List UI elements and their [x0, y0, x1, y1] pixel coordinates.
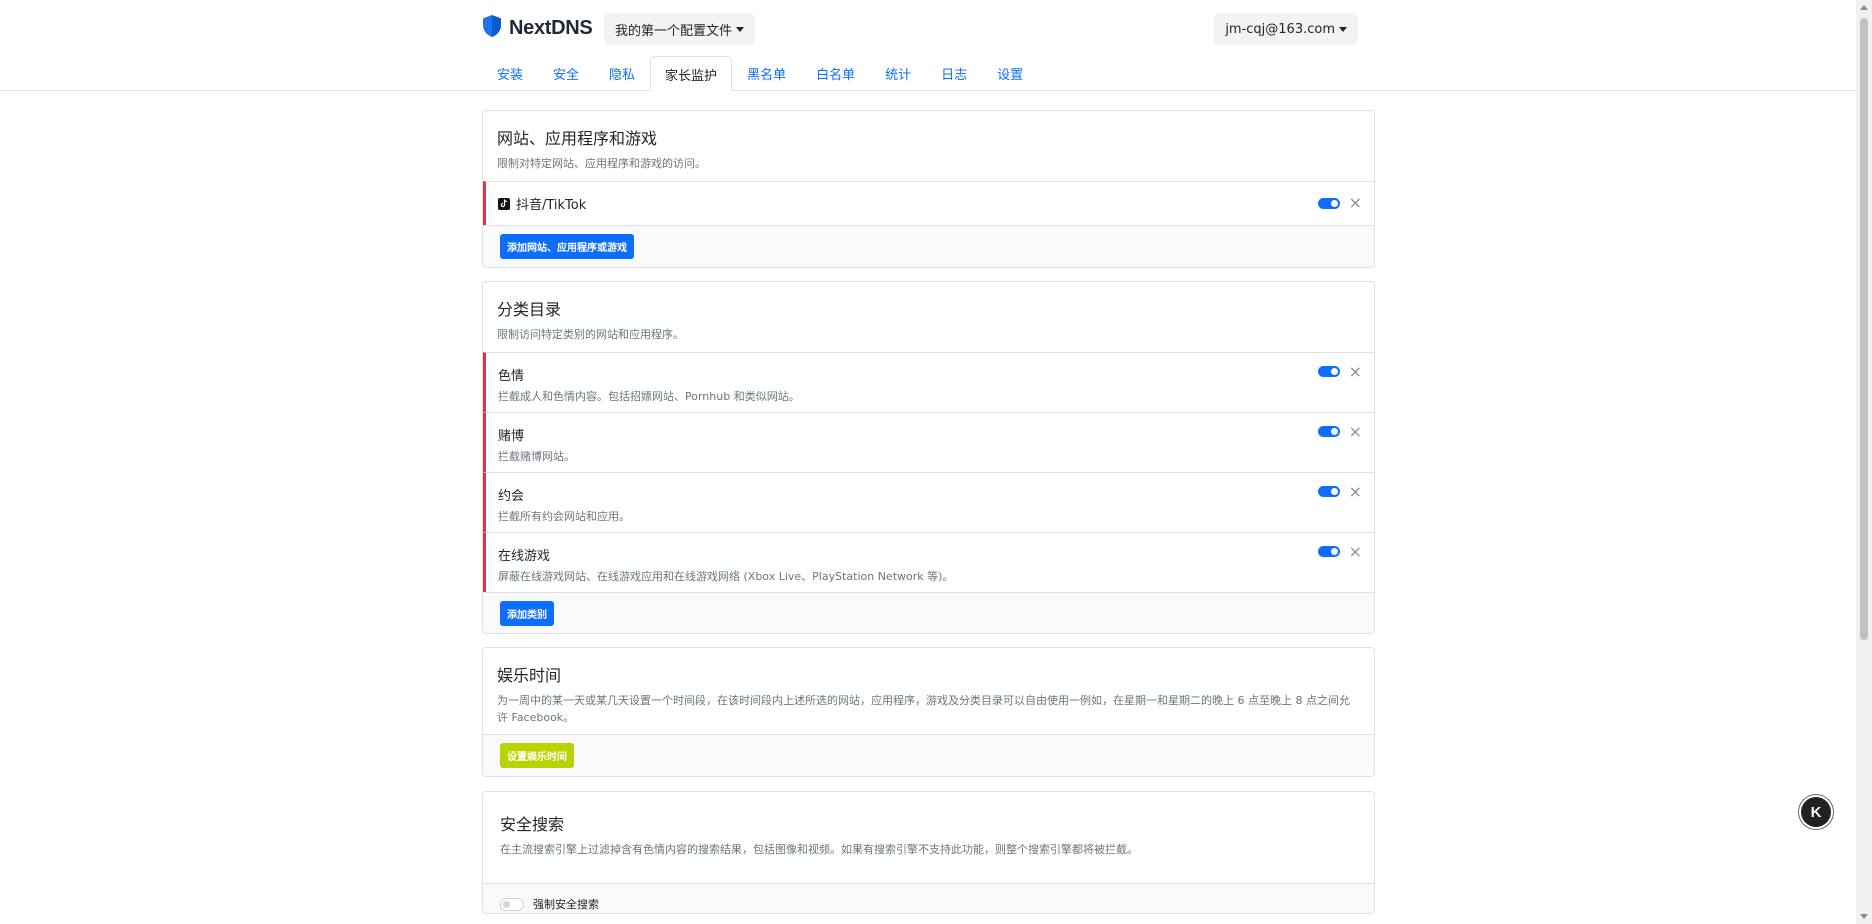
- tab-label: 日志: [941, 68, 968, 83]
- item-name: 在线游戏: [498, 549, 551, 564]
- card-footer: 设置娱乐时间: [483, 734, 1374, 776]
- card-title: 分类目录: [497, 300, 562, 319]
- list-item: 色情 拦截成人和色情内容。包括招嫖网站、Pornhub 和类似网站。 ×: [483, 352, 1374, 412]
- close-icon[interactable]: ×: [1349, 544, 1362, 560]
- safesearch-card: 安全搜索 在主流搜索引擎上过滤掉含有色情内容的搜索结果，包括图像和视频。如果有搜…: [482, 791, 1375, 914]
- floating-assistant-button[interactable]: K: [1801, 797, 1831, 827]
- scroll-down-icon[interactable]: [1860, 914, 1868, 919]
- tab-parental-control[interactable]: 家长监护: [650, 56, 733, 91]
- enable-toggle[interactable]: [1318, 546, 1340, 557]
- scroll-up-icon[interactable]: [1860, 5, 1868, 10]
- tab-label: 安装: [497, 68, 524, 83]
- top-navbar: NextDNS 我的第一个配置文件 jm-cqj@163.com 安装 安全 隐…: [0, 0, 1856, 91]
- profile-dropdown[interactable]: 我的第一个配置文件: [604, 13, 756, 45]
- brand-name: NextDNS: [509, 16, 593, 39]
- item-description: 屏蔽在线游戏网站、在线游戏应用和在线游戏网络 (Xbox Live、PlaySt…: [498, 570, 954, 583]
- list-item: 在线游戏 屏蔽在线游戏网站、在线游戏应用和在线游戏网络 (Xbox Live、P…: [483, 532, 1374, 592]
- tab-label: 安全: [553, 68, 580, 83]
- card-description: 限制对特定网站、应用程序和游戏的访问。: [497, 157, 706, 170]
- list-item: 赌博 拦截赌博网站。 ×: [483, 412, 1374, 472]
- profile-dropdown-label: 我的第一个配置文件: [615, 23, 733, 39]
- tab-label: 黑名单: [747, 68, 787, 83]
- tab-allowlist[interactable]: 白名单: [801, 56, 870, 90]
- brand-logo[interactable]: NextDNS: [481, 14, 593, 42]
- account-dropdown[interactable]: jm-cqj@163.com: [1214, 13, 1358, 45]
- item-description: 拦截所有约会网站和应用。: [498, 510, 630, 523]
- tab-label: 隐私: [609, 68, 636, 83]
- vertical-scrollbar[interactable]: [1856, 0, 1872, 924]
- chevron-down-icon: [1339, 26, 1347, 32]
- enable-toggle[interactable]: [1318, 198, 1340, 209]
- set-recreation-time-button[interactable]: 设置娱乐时间: [500, 743, 574, 768]
- card-footer: 强制安全搜索: [483, 883, 1374, 913]
- recreation-time-card: 娱乐时间 为一周中的某一天或某几天设置一个时间段，在该时间段内上述所选的网站，应…: [482, 647, 1375, 777]
- add-category-button[interactable]: 添加类别: [500, 601, 554, 626]
- enable-toggle[interactable]: [1318, 366, 1340, 377]
- enable-toggle[interactable]: [1318, 486, 1340, 497]
- close-icon[interactable]: ×: [1349, 364, 1362, 380]
- tab-settings[interactable]: 设置: [982, 56, 1038, 90]
- tab-label: 白名单: [816, 68, 856, 83]
- enable-toggle[interactable]: [1318, 426, 1340, 437]
- list-item: 抖音/TikTok ×: [483, 181, 1374, 225]
- card-description: 在主流搜索引擎上过滤掉含有色情内容的搜索结果，包括图像和视频。如果有搜索引擎不支…: [500, 843, 1138, 856]
- close-icon[interactable]: ×: [1349, 484, 1362, 500]
- tab-install[interactable]: 安装: [482, 56, 538, 90]
- tab-security[interactable]: 安全: [538, 56, 594, 90]
- safesearch-toggle[interactable]: [500, 897, 524, 911]
- list-item: 约会 拦截所有约会网站和应用。 ×: [483, 472, 1374, 532]
- chevron-down-icon: [736, 26, 745, 32]
- floating-button-label: K: [1810, 803, 1822, 821]
- item-description: 拦截赌博网站。: [498, 450, 575, 463]
- close-icon[interactable]: ×: [1349, 424, 1362, 440]
- tab-label: 统计: [885, 68, 912, 83]
- tab-privacy[interactable]: 隐私: [594, 56, 650, 90]
- tab-label: 设置: [997, 68, 1024, 83]
- nav-tabs: 安装 安全 隐私 家长监护 黑名单 白名单 统计 日志 设置: [482, 56, 1038, 91]
- account-dropdown-label: jm-cqj@163.com: [1225, 21, 1335, 37]
- item-description: 拦截成人和色情内容。包括招嫖网站、Pornhub 和类似网站。: [498, 390, 800, 403]
- card-footer: 添加网站、应用程序或游戏: [483, 225, 1374, 267]
- tab-analytics[interactable]: 统计: [870, 56, 926, 90]
- item-name: 赌博: [498, 429, 525, 444]
- item-name: 约会: [498, 489, 525, 504]
- card-footer: 添加类别: [483, 592, 1374, 633]
- tab-logs[interactable]: 日志: [926, 56, 982, 90]
- close-icon[interactable]: ×: [1349, 195, 1362, 211]
- safesearch-toggle-label: 强制安全搜索: [533, 898, 599, 911]
- scrollbar-thumb[interactable]: [1860, 18, 1868, 640]
- tab-denylist[interactable]: 黑名单: [732, 56, 801, 90]
- card-title: 安全搜索: [500, 815, 565, 834]
- card-title: 网站、应用程序和游戏: [497, 129, 658, 148]
- add-website-button[interactable]: 添加网站、应用程序或游戏: [500, 234, 634, 259]
- tab-label: 家长监护: [665, 68, 718, 84]
- tiktok-icon: [498, 197, 510, 210]
- item-name: 色情: [498, 369, 525, 384]
- shield-icon: [481, 14, 503, 42]
- websites-apps-games-card: 网站、应用程序和游戏 限制对特定网站、应用程序和游戏的访问。 抖音/TikTok…: [482, 110, 1375, 268]
- categories-card: 分类目录 限制访问特定类别的网站和应用程序。 色情 拦截成人和色情内容。包括招嫖…: [482, 281, 1375, 634]
- card-description: 限制访问特定类别的网站和应用程序。: [497, 328, 684, 341]
- card-title: 娱乐时间: [497, 666, 562, 685]
- item-name: 抖音/TikTok: [516, 198, 587, 213]
- card-description: 为一周中的某一天或某几天设置一个时间段，在该时间段内上述所选的网站，应用程序，游…: [497, 694, 1350, 724]
